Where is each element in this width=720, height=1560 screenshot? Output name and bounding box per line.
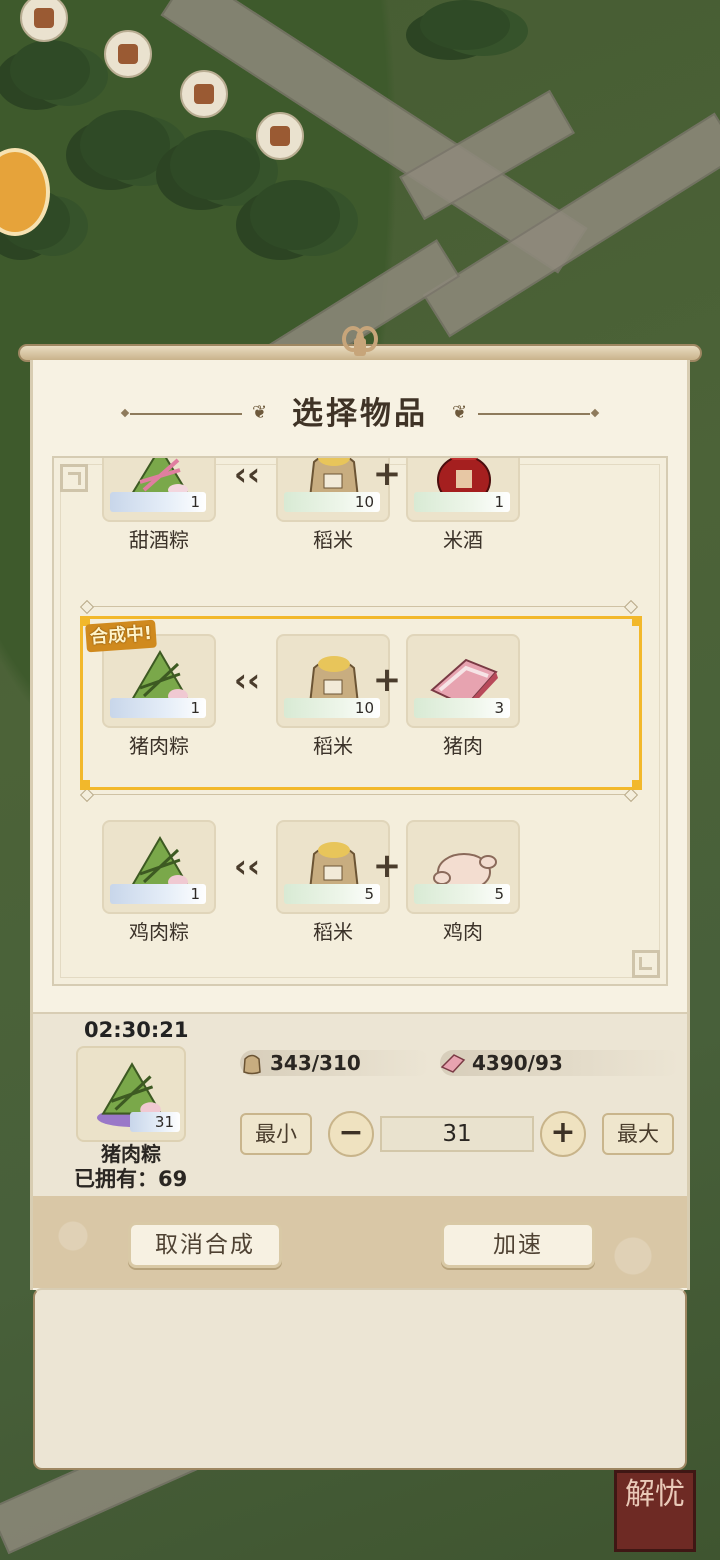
crafting-timer: 02:30:21 (84, 1018, 189, 1042)
corner-logo-badge: 解忧 (614, 1470, 696, 1552)
resource-bubble-icon[interactable] (104, 30, 152, 78)
tree (250, 180, 340, 250)
ingredient-qty: 5 (284, 884, 380, 904)
owned-count: 已拥有：69 (74, 1167, 188, 1191)
corner-fret-ornament (632, 950, 660, 978)
ingredient-name: 稻米 (313, 528, 353, 552)
corner-badge-text: 解忧 (625, 1477, 685, 1512)
ingredient-name: 米酒 (443, 528, 483, 552)
title-ornament-icon: ❦ (452, 402, 468, 423)
tree (420, 0, 510, 50)
pork-icon (440, 1054, 466, 1073)
plus-button[interactable]: + (540, 1111, 586, 1157)
recipe-row[interactable]: 1 甜酒粽 ‹‹ 10 稻米 + 1 米酒 (54, 456, 666, 552)
row-divider (86, 606, 634, 607)
product-name: 鸡肉粽 (129, 920, 189, 944)
dialog-header: ❦ 选择物品 ❦ (120, 392, 600, 436)
pork-resource-text: 4390/93 (472, 1051, 563, 1075)
minus-button[interactable]: − (328, 1111, 374, 1157)
resource-bubble-icon[interactable] (180, 70, 228, 118)
selection-highlight-frame (80, 616, 642, 790)
plus-icon: + (372, 846, 402, 886)
scroll-knot-icon (340, 322, 380, 360)
ingredient-qty: 1 (414, 492, 510, 512)
max-button[interactable]: 最大 (602, 1113, 674, 1155)
rice-resource-text: 343/310 (270, 1051, 361, 1075)
crafting-badge: 合成中! (85, 619, 158, 653)
crafting-product-qty: 31 (130, 1112, 180, 1132)
ingredient-qty: 10 (284, 492, 380, 512)
ingredient-name: 鸡肉 (443, 920, 483, 944)
resource-bubble-icon[interactable] (20, 0, 68, 42)
row-divider (86, 794, 634, 795)
cancel-craft-button[interactable]: 取消合成 (128, 1222, 282, 1268)
ingredient-name: 稻米 (313, 920, 353, 944)
resource-bubble-icon[interactable] (256, 112, 304, 160)
tree (170, 130, 260, 200)
tree (80, 110, 170, 180)
scroll-bottom-rod (33, 1288, 687, 1470)
plus-icon: + (372, 456, 402, 494)
recipe-row[interactable]: 1 鸡肉粽 ‹‹ 5 稻米 + 5 鸡肉 (54, 820, 666, 944)
chevron-left-icon: ‹‹ (233, 456, 261, 493)
product-qty: 1 (110, 492, 206, 512)
crafting-product-slot: 31 (76, 1046, 186, 1142)
speed-up-button[interactable]: 加速 (441, 1222, 595, 1268)
product-name: 甜酒粽 (129, 528, 189, 552)
ingredient-qty: 5 (414, 884, 510, 904)
chevron-left-icon: ‹‹ (233, 847, 261, 885)
quantity-field[interactable]: 31 (380, 1116, 534, 1152)
tree (10, 40, 90, 100)
min-button[interactable]: 最小 (240, 1113, 312, 1155)
rice-sack-icon (243, 1054, 261, 1075)
product-qty: 1 (110, 884, 206, 904)
